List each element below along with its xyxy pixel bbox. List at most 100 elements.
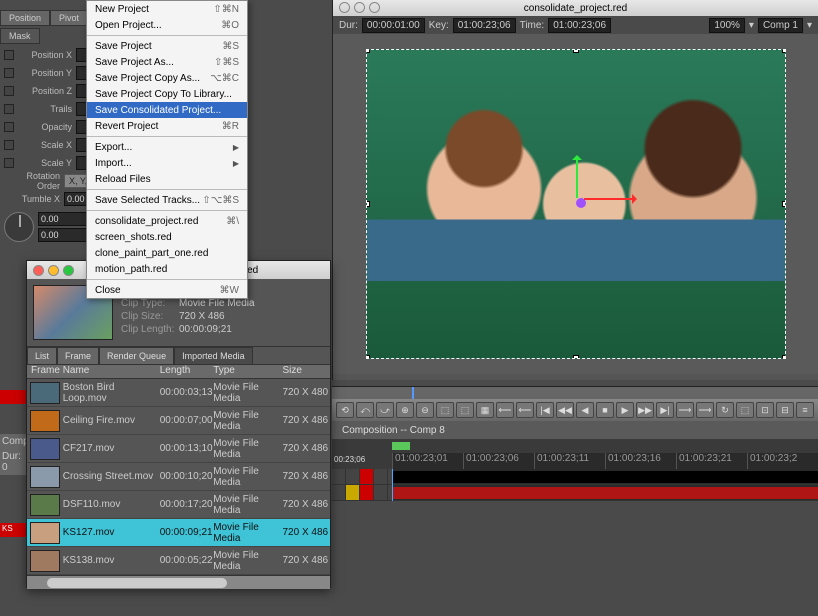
panel-tab-pivot[interactable]: Pivot [50, 10, 88, 26]
transport-button-22[interactable]: ⊟ [776, 402, 794, 418]
mask-tab[interactable]: Mask [0, 28, 40, 44]
keyframe-toggle[interactable] [4, 50, 14, 60]
track-header-2[interactable] [332, 485, 392, 500]
window-minimize-button[interactable] [48, 265, 59, 276]
track-lane-2[interactable] [392, 485, 818, 500]
media-row[interactable]: Boston Bird Loop.mov00:00:03;13Movie Fil… [27, 379, 330, 407]
transport-button-16[interactable]: ▶| [656, 402, 674, 418]
media-row[interactable]: CF217.mov00:00:13;10Movie File Media720 … [27, 435, 330, 463]
y-axis-arrow[interactable] [576, 158, 578, 198]
composition-bar[interactable]: Composition -- Comp 8 [332, 421, 818, 439]
keyframe-toggle[interactable] [4, 104, 14, 114]
x-axis-arrow[interactable] [584, 198, 634, 200]
keyframe-toggle[interactable] [4, 122, 14, 132]
handle-mr[interactable] [782, 201, 786, 207]
transport-button-23[interactable]: ≡ [796, 402, 814, 418]
menu-item-revert-project[interactable]: Revert Project⌘R [87, 118, 247, 134]
project-tab-list[interactable]: List [27, 347, 57, 364]
viewer-canvas[interactable] [333, 34, 818, 374]
transport-button-17[interactable]: ⟶ [676, 402, 694, 418]
timeline-scrub[interactable] [332, 387, 818, 399]
handle-tl[interactable] [366, 49, 370, 53]
transport-button-0[interactable]: ⟲ [336, 402, 354, 418]
comp-selector[interactable]: Comp 1 [758, 18, 803, 33]
handle-tr[interactable] [782, 49, 786, 53]
handle-br[interactable] [782, 355, 786, 359]
key-field[interactable]: 01:00:23;06 [453, 18, 516, 33]
project-tab-frame[interactable]: Frame [57, 347, 99, 364]
transport-button-13[interactable]: ■ [596, 402, 614, 418]
transport-button-9[interactable]: ⟵ [516, 402, 534, 418]
handle-tc[interactable] [573, 49, 579, 53]
zoom-down-icon[interactable]: ▾ [749, 20, 754, 31]
time-field[interactable]: 01:00:23;06 [548, 18, 611, 33]
track-indicator-ks[interactable]: KS [0, 523, 26, 537]
media-row[interactable]: Crossing Street.mov00:00:10;20Movie File… [27, 463, 330, 491]
transport-button-8[interactable]: ⟵ [496, 402, 514, 418]
menu-item-save-consolidated-project[interactable]: Save Consolidated Project... [87, 102, 247, 118]
transport-button-21[interactable]: ⊡ [756, 402, 774, 418]
transport-button-14[interactable]: ▶ [616, 402, 634, 418]
window-zoom-button[interactable] [369, 2, 380, 13]
window-minimize-button[interactable] [354, 2, 365, 13]
menu-item-save-selected-tracks[interactable]: Save Selected Tracks...⇧⌥⌘S [87, 192, 247, 208]
playhead-marker[interactable] [412, 387, 414, 399]
project-tab-imported-media[interactable]: Imported Media [174, 347, 253, 364]
timecode-ruler[interactable]: 01:00:23;0101:00:23;0601:00:23;1101:00:2… [392, 453, 818, 469]
window-close-button[interactable] [339, 2, 350, 13]
menu-item-motion-path-red[interactable]: motion_path.red [87, 261, 247, 277]
keyframe-toggle[interactable] [4, 140, 14, 150]
zoom-field[interactable]: 100% [709, 18, 745, 33]
transport-button-5[interactable]: ⬚ [436, 402, 454, 418]
pivot-dot[interactable] [576, 198, 586, 208]
menu-item-close[interactable]: Close⌘W [87, 282, 247, 298]
menu-item-export[interactable]: Export... [87, 139, 247, 155]
transport-button-1[interactable]: ⤺ [356, 402, 374, 418]
timecode-current[interactable]: 00:23;06 [332, 453, 392, 469]
window-close-button[interactable] [33, 265, 44, 276]
menu-item-reload-files[interactable]: Reload Files [87, 171, 247, 187]
menu-item-screen-shots-red[interactable]: screen_shots.red [87, 229, 247, 245]
viewer-frame[interactable] [366, 49, 786, 359]
menu-item-new-project[interactable]: New Project⇧⌘N [87, 1, 247, 17]
keyframe-toggle[interactable] [4, 86, 14, 96]
handle-ml[interactable] [366, 201, 370, 207]
keyframe-toggle[interactable] [4, 158, 14, 168]
media-row[interactable]: KS138.mov00:00:05;22Movie File Media720 … [27, 547, 330, 575]
transport-button-15[interactable]: ▶▶ [636, 402, 654, 418]
transport-button-18[interactable]: ⟶ [696, 402, 714, 418]
transport-button-2[interactable]: ⤻ [376, 402, 394, 418]
menu-item-save-project-copy-as[interactable]: Save Project Copy As...⌥⌘C [87, 70, 247, 86]
track-lane-1[interactable] [392, 469, 818, 484]
window-zoom-button[interactable] [63, 265, 74, 276]
transport-button-11[interactable]: ◀◀ [556, 402, 574, 418]
menu-item-open-project[interactable]: Open Project...⌘O [87, 17, 247, 33]
handle-bl[interactable] [366, 355, 370, 359]
transport-button-19[interactable]: ↻ [716, 402, 734, 418]
menu-item-save-project-as[interactable]: Save Project As...⇧⌘S [87, 54, 247, 70]
menu-item-save-project[interactable]: Save Project⌘S [87, 38, 247, 54]
transport-button-6[interactable]: ⬚ [456, 402, 474, 418]
track-clip-red[interactable] [392, 487, 818, 499]
project-scrollbar[interactable] [27, 575, 330, 589]
media-row[interactable]: Ceiling Fire.mov00:00:07;00Movie File Me… [27, 407, 330, 435]
transport-button-7[interactable]: ▦ [476, 402, 494, 418]
track-clip-black[interactable] [392, 471, 818, 483]
media-row[interactable]: DSF110.mov00:00:17;20Movie File Media720… [27, 491, 330, 519]
timeline-playhead[interactable] [392, 469, 393, 501]
transport-button-20[interactable]: ⬚ [736, 402, 754, 418]
handle-bc[interactable] [573, 355, 579, 359]
track-header-1[interactable] [332, 469, 392, 484]
project-tab-render-queue[interactable]: Render Queue [99, 347, 174, 364]
viewer-titlebar[interactable]: consolidate_project.red [333, 0, 818, 16]
timeline-range-bar[interactable] [332, 439, 818, 453]
in-point-marker[interactable] [392, 442, 410, 450]
rotation-dial[interactable] [4, 212, 34, 242]
transport-button-12[interactable]: ◀ [576, 402, 594, 418]
comp-down-icon[interactable]: ▾ [807, 20, 812, 31]
keyframe-toggle[interactable] [4, 68, 14, 78]
menu-item-clone-paint-part-one-red[interactable]: clone_paint_part_one.red [87, 245, 247, 261]
duration-field[interactable]: 00:00:01:00 [362, 18, 425, 33]
menu-item-save-project-copy-to-library[interactable]: Save Project Copy To Library... [87, 86, 247, 102]
menu-item-import[interactable]: Import... [87, 155, 247, 171]
